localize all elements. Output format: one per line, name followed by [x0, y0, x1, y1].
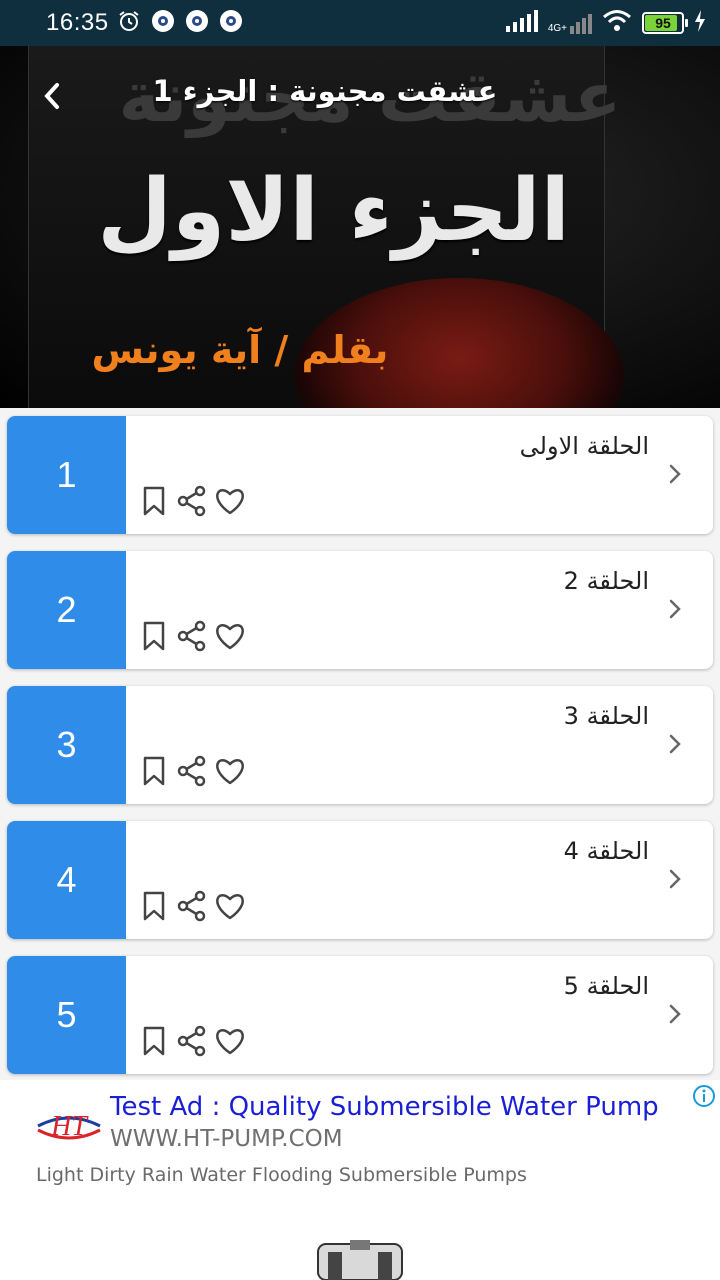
episode-card[interactable]: 2 الحلقة 2 — [7, 551, 713, 669]
charging-icon — [694, 9, 706, 37]
header: عشقت مجنونة الجزء الاول بقلم / آية يونس … — [0, 46, 720, 408]
cover-author: بقلم / آية يونس — [91, 328, 389, 372]
ad-description: Light Dirty Rain Water Flooding Submersi… — [36, 1164, 527, 1186]
bookmark-icon[interactable] — [137, 484, 171, 518]
episode-number: 1 — [7, 416, 126, 534]
back-button[interactable] — [34, 76, 70, 116]
app-notification-icon — [219, 9, 243, 38]
episode-title: الحلقة 4 — [563, 837, 649, 865]
share-icon[interactable] — [175, 619, 209, 653]
heart-icon[interactable] — [213, 889, 247, 923]
heart-icon[interactable] — [213, 484, 247, 518]
chevron-left-icon — [44, 83, 59, 109]
chevron-right-icon — [665, 867, 685, 891]
heart-icon[interactable] — [213, 1024, 247, 1058]
signal-icon — [504, 9, 538, 37]
status-bar: 16:35 4G+ 95 — [0, 0, 720, 46]
bookmark-icon[interactable] — [137, 889, 171, 923]
app-notification-icon — [151, 9, 175, 38]
status-time: 16:35 — [46, 9, 109, 36]
heart-icon[interactable] — [213, 754, 247, 788]
page-title: عشقت مجنونة : الجزء 1 — [152, 74, 498, 108]
episode-actions — [137, 619, 247, 653]
share-icon[interactable] — [175, 754, 209, 788]
episode-card[interactable]: 4 الحلقة 4 — [7, 821, 713, 939]
heart-icon[interactable] — [213, 619, 247, 653]
info-icon[interactable] — [692, 1084, 716, 1108]
chevron-right-icon — [665, 597, 685, 621]
bookmark-icon[interactable] — [137, 619, 171, 653]
episode-actions — [137, 754, 247, 788]
ad-logo-text: HT — [50, 1111, 89, 1142]
app-notification-icon — [185, 9, 209, 38]
episode-title: الحلقة 5 — [563, 972, 649, 1000]
episode-actions — [137, 484, 247, 518]
episode-actions — [137, 1024, 247, 1058]
episode-actions — [137, 889, 247, 923]
ad-headline[interactable]: Test Ad : Quality Submersible Water Pump — [110, 1092, 659, 1122]
episode-card[interactable]: 5 الحلقة 5 — [7, 956, 713, 1074]
episode-title: الحلقة 2 — [563, 567, 649, 595]
bookmark-icon[interactable] — [137, 1024, 171, 1058]
share-icon[interactable] — [175, 484, 209, 518]
battery-tip — [685, 19, 688, 27]
episode-number: 2 — [7, 551, 126, 669]
episode-title: الحلقة 3 — [563, 702, 649, 730]
episode-card[interactable]: 3 الحلقة 3 — [7, 686, 713, 804]
episode-number: 5 — [7, 956, 126, 1074]
cover-part: الجزء الاول — [97, 161, 570, 261]
ad-logo[interactable]: HT — [34, 1100, 104, 1150]
episode-title: الحلقة الاولى — [519, 432, 649, 460]
share-icon[interactable] — [175, 1024, 209, 1058]
chevron-right-icon — [665, 1002, 685, 1026]
ad-banner[interactable]: HT Test Ad : Quality Submersible Water P… — [0, 1080, 720, 1280]
ad-product-image[interactable] — [300, 1238, 420, 1280]
alarm-icon — [117, 9, 141, 38]
chevron-right-icon — [665, 462, 685, 486]
chevron-right-icon — [665, 732, 685, 756]
status-system-icons: 4G+ 95 — [504, 0, 706, 46]
battery-icon: 95 — [642, 12, 688, 34]
network-type-icon: 4G+ — [548, 12, 592, 34]
bookmark-icon[interactable] — [137, 754, 171, 788]
battery-percent: 95 — [655, 15, 671, 31]
episode-number: 4 — [7, 821, 126, 939]
share-icon[interactable] — [175, 889, 209, 923]
episode-number: 3 — [7, 686, 126, 804]
status-notification-icons — [117, 9, 243, 38]
ad-url[interactable]: WWW.HT-PUMP.COM — [110, 1126, 343, 1152]
episode-card[interactable]: 1 الحلقة الاولى — [7, 416, 713, 534]
wifi-icon — [602, 9, 632, 38]
